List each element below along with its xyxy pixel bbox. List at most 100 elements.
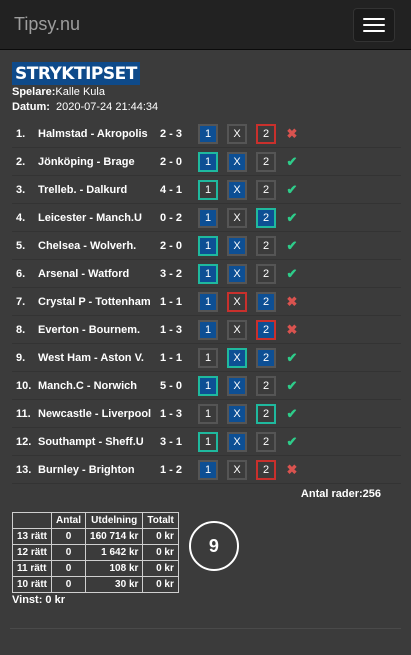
match-score: 3 - 1: [160, 435, 183, 448]
option-1-box: 1: [198, 347, 218, 368]
prize-table-header: Antal Utdelning Totalt: [11, 512, 179, 529]
hamburger-icon: [363, 23, 385, 26]
option-2-box: 2: [256, 179, 276, 200]
match-teams: Southampt - Sheff.U: [38, 435, 144, 448]
option-x-box: X: [227, 459, 247, 480]
check-icon: ✔: [286, 405, 298, 421]
option-x-box: X: [227, 347, 247, 368]
match-score: 5 - 0: [160, 379, 183, 392]
match-score: 4 - 1: [160, 183, 183, 196]
check-icon: ✔: [286, 377, 298, 393]
prize-table: Antal Utdelning Totalt 13 rätt 0 160 714…: [11, 512, 179, 593]
player-line: Spelare:Kalle Kula: [12, 85, 401, 100]
option-1-box: 1: [198, 263, 218, 284]
option-x-box: X: [227, 207, 247, 228]
match-number: 4.: [16, 211, 26, 224]
match-number: 8.: [16, 323, 26, 336]
match-teams: Arsenal - Watford: [38, 267, 130, 280]
match-row: 12. Southampt - Sheff.U 3 - 1 1 X 2 ✔: [12, 428, 401, 456]
match-score: 1 - 1: [160, 351, 183, 364]
prize-row: 13 rätt 0 160 714 kr 0 kr: [11, 528, 179, 545]
match-row: 3. Trelleb. - Dalkurd 4 - 1 1 X 2 ✔: [12, 176, 401, 204]
prize-header-cell: [11, 512, 53, 529]
match-row: 7. Crystal P - Tottenham 1 - 1 1 X 2 ✖: [12, 288, 401, 316]
prize-cell: 0 kr: [142, 544, 179, 561]
match-row: 1. Halmstad - Akropolis 2 - 3 1 X 2 ✖: [12, 120, 401, 148]
match-number: 10.: [16, 379, 32, 392]
check-icon: ✔: [286, 349, 298, 365]
match-row: 2. Jönköping - Brage 2 - 0 1 X 2 ✔: [12, 148, 401, 176]
match-number: 1.: [16, 127, 26, 140]
results-section: Antal Utdelning Totalt 13 rätt 0 160 714…: [11, 512, 401, 593]
match-row: 4. Leicester - Manch.U 0 - 2 1 X 2 ✔: [12, 204, 401, 232]
check-icon: ✔: [286, 181, 298, 197]
match-number: 3.: [16, 183, 26, 196]
match-score: 1 - 1: [160, 295, 183, 308]
match-row: 6. Arsenal - Watford 3 - 2 1 X 2 ✔: [12, 260, 401, 288]
match-teams: Trelleb. - Dalkurd: [38, 183, 128, 196]
match-teams: Crystal P - Tottenham: [38, 295, 151, 308]
match-score: 1 - 2: [160, 463, 183, 476]
option-1-box: 1: [198, 207, 218, 228]
date-value: 2020-07-24 21:44:34: [56, 101, 159, 113]
option-2-box: 2: [256, 319, 276, 340]
prize-cell: 108 kr: [85, 560, 144, 577]
check-icon: ✔: [286, 209, 298, 225]
hamburger-icon: [363, 17, 385, 20]
option-2-box: 2: [256, 403, 276, 424]
match-number: 6.: [16, 267, 26, 280]
prize-cell: 0: [51, 528, 87, 545]
match-score: 2 - 3: [160, 127, 183, 140]
cross-icon: ✖: [286, 461, 298, 477]
match-number: 2.: [16, 155, 26, 168]
option-2-box: 2: [256, 291, 276, 312]
prize-header-cell: Utdelning: [85, 512, 144, 529]
match-number: 13.: [16, 463, 32, 476]
check-icon: ✔: [286, 265, 298, 281]
prize-cell: 1 642 kr: [85, 544, 144, 561]
brand-link[interactable]: Tipsy.nu: [14, 14, 80, 35]
match-number: 12.: [16, 435, 32, 448]
prize-cell: 0 kr: [142, 528, 179, 545]
stryktipset-logo: STRYKTIPSET: [12, 62, 140, 85]
match-score: 2 - 0: [160, 155, 183, 168]
option-2-box: 2: [256, 459, 276, 480]
option-x-box: X: [227, 375, 247, 396]
option-2-box: 2: [256, 151, 276, 172]
match-teams: Halmstad - Akropolis: [38, 127, 148, 140]
option-1-box: 1: [198, 151, 218, 172]
prize-cell: 10 rätt: [11, 576, 53, 593]
prize-header-cell: Antal: [51, 512, 87, 529]
option-x-box: X: [227, 431, 247, 452]
option-x-box: X: [227, 319, 247, 340]
prize-cell: 0: [51, 560, 87, 577]
match-number: 11.: [16, 407, 31, 420]
prize-cell: 11 rätt: [11, 560, 53, 577]
prize-cell: 0: [51, 544, 87, 561]
correct-count-badge: 9: [188, 521, 239, 571]
match-teams: Newcastle - Liverpool: [38, 407, 152, 420]
prize-cell: 0: [51, 576, 87, 593]
prize-row: 11 rätt 0 108 kr 0 kr: [11, 560, 179, 577]
option-2-box: 2: [256, 375, 276, 396]
option-x-box: X: [227, 291, 247, 312]
match-row: 5. Chelsea - Wolverh. 2 - 0 1 X 2 ✔: [12, 232, 401, 260]
check-icon: ✔: [286, 153, 298, 169]
vinst-total: Vinst: 0 kr: [12, 594, 65, 606]
option-x-box: X: [227, 235, 247, 256]
option-x-box: X: [227, 123, 247, 144]
antal-rader: Antal rader:256: [300, 488, 381, 500]
prize-cell: 0 kr: [142, 560, 179, 577]
match-list: 1. Halmstad - Akropolis 2 - 3 1 X 2 ✖ 2. Jönköpi…: [12, 120, 401, 484]
prize-cell: 0 kr: [142, 576, 179, 593]
prize-cell: 30 kr: [85, 576, 144, 593]
cross-icon: ✖: [286, 293, 298, 309]
option-x-box: X: [227, 179, 247, 200]
match-row: 9. West Ham - Aston V. 1 - 1 1 X 2 ✔: [12, 344, 401, 372]
match-row: 13. Burnley - Brighton 1 - 2 1 X 2 ✖: [12, 456, 401, 484]
menu-toggle-button[interactable]: [353, 7, 395, 42]
date-label: Datum:: [12, 101, 50, 113]
match-row: 8. Everton - Bournem. 1 - 3 1 X 2 ✖: [12, 316, 401, 344]
option-1-box: 1: [198, 403, 218, 424]
match-score: 0 - 2: [160, 211, 183, 224]
